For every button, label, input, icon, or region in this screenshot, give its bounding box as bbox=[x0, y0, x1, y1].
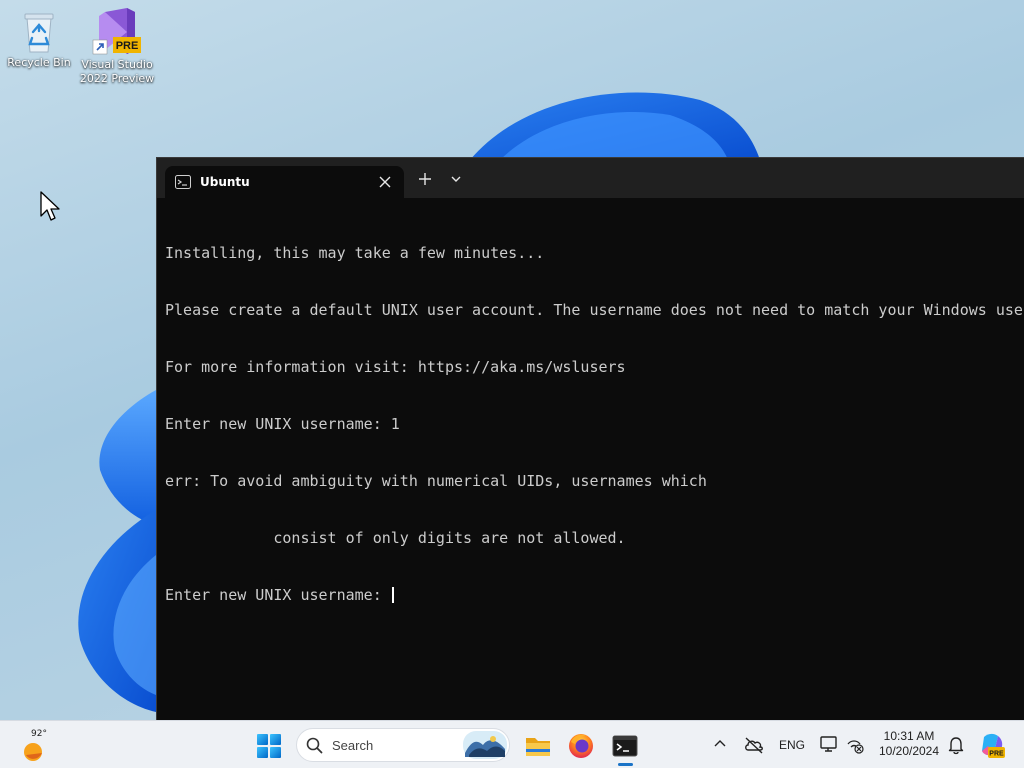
chevron-up-icon[interactable] bbox=[712, 736, 728, 752]
chevron-down-icon[interactable] bbox=[447, 170, 465, 188]
plus-icon[interactable] bbox=[416, 170, 434, 188]
notification-bell-icon[interactable] bbox=[947, 735, 965, 755]
file-explorer-icon[interactable] bbox=[521, 729, 555, 763]
clock-time: 10:31 AM bbox=[883, 729, 935, 743]
desktop-icon-visual-studio[interactable]: PRE Visual Studio 2022 Preview bbox=[78, 6, 156, 86]
search-icon bbox=[306, 737, 323, 754]
visual-studio-icon: PRE bbox=[92, 8, 141, 55]
terminal-icon[interactable] bbox=[608, 729, 642, 763]
preview-badge: PRE bbox=[116, 40, 139, 52]
desktop-icon-recycle-bin[interactable]: Recycle Bin bbox=[0, 10, 78, 70]
desktop-icon-label: Recycle Bin bbox=[7, 56, 71, 69]
search-label: Search bbox=[332, 738, 374, 753]
desktop-icon-label: Visual Studio bbox=[81, 58, 153, 71]
onedrive-offline-icon[interactable] bbox=[744, 736, 764, 754]
terminal-prompt-line[interactable]: Enter new UNIX username: bbox=[165, 586, 1023, 605]
display-icon[interactable] bbox=[820, 735, 840, 753]
terminal-line: consist of only digits are not allowed. bbox=[165, 529, 626, 547]
weather-widget[interactable]: 92° bbox=[18, 727, 58, 765]
weather-temperature: 92° bbox=[31, 729, 47, 739]
search-highlight-icon bbox=[463, 731, 507, 759]
terminal-window[interactable]: Ubuntu Installing, this may take a few m… bbox=[156, 157, 1024, 720]
recycle-bin-icon bbox=[24, 13, 54, 53]
clock-date: 10/20/2024 bbox=[878, 744, 940, 758]
weather-sun-icon bbox=[24, 743, 42, 761]
language-indicator[interactable]: ENG bbox=[779, 738, 805, 752]
terminal-line: Installing, this may take a few minutes.… bbox=[165, 244, 545, 262]
network-disconnected-icon[interactable] bbox=[846, 736, 864, 754]
terminal-output[interactable]: Installing, this may take a few minutes.… bbox=[165, 206, 1023, 716]
terminal-line: For more information visit: https://aka.… bbox=[165, 358, 626, 376]
mouse-pointer-icon bbox=[40, 191, 60, 221]
terminal-line: Enter new UNIX username: 1 bbox=[165, 415, 400, 433]
close-icon[interactable] bbox=[375, 172, 395, 192]
active-app-indicator bbox=[618, 763, 633, 766]
windows-start-icon[interactable] bbox=[256, 733, 282, 759]
terminal-line: err: To avoid ambiguity with numerical U… bbox=[165, 472, 707, 490]
taskbar: 92° Search ENG 10:31 AM 10/20/2024 PRE bbox=[0, 720, 1024, 768]
svg-text:PRE: PRE bbox=[989, 751, 1004, 758]
terminal-line: Please create a default UNIX user accoun… bbox=[165, 301, 1023, 319]
firefox-icon[interactable] bbox=[564, 729, 598, 763]
tab-title: Ubuntu bbox=[200, 175, 250, 189]
desktop-icon-label: 2022 Preview bbox=[79, 72, 155, 85]
terminal-prompt-text: Enter new UNIX username: bbox=[165, 586, 391, 604]
search-box[interactable]: Search bbox=[296, 728, 510, 762]
terminal-tab-icon bbox=[175, 175, 191, 189]
text-cursor bbox=[391, 587, 394, 603]
tab-strip[interactable]: Ubuntu bbox=[157, 158, 1024, 198]
tab-ubuntu[interactable]: Ubuntu bbox=[165, 166, 404, 198]
clock[interactable]: 10:31 AM 10/20/2024 bbox=[876, 729, 942, 759]
copilot-icon[interactable]: PRE bbox=[978, 731, 1006, 759]
